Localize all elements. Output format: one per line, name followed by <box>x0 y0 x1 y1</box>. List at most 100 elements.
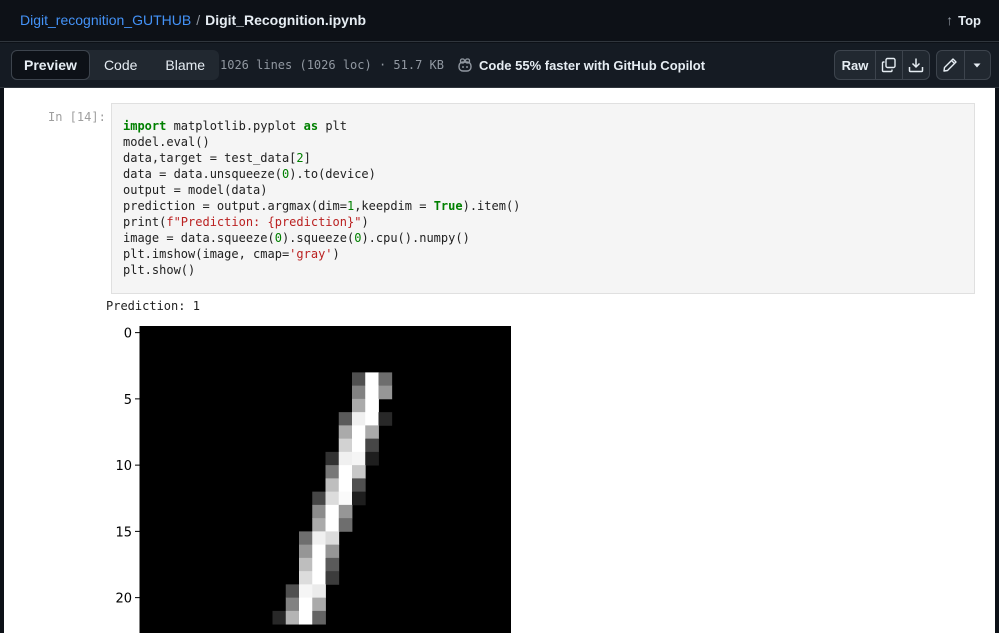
y-axis-tick-label: 0 <box>124 327 132 342</box>
image-pixel <box>312 557 326 572</box>
image-pixel <box>299 571 313 585</box>
image-pixel <box>352 478 366 493</box>
pencil-icon <box>943 58 958 72</box>
breadcrumb-file-name: Digit_Recognition.ipynb <box>205 12 367 28</box>
code-line: data = data.unsqueeze(0).to(device) <box>123 167 376 181</box>
image-pixel <box>325 557 340 572</box>
copy-raw-button[interactable] <box>875 51 902 79</box>
image-pixel <box>312 544 326 559</box>
image-pixel <box>285 597 300 612</box>
raw-button[interactable]: Raw <box>835 51 875 79</box>
view-mode-switcher: Preview Code Blame <box>11 50 220 80</box>
file-toolbar: Preview Code Blame 1026 lines (1026 loc)… <box>0 43 999 88</box>
file-info: 1026 lines (1026 loc) · 51.7 KB <box>220 58 444 72</box>
image-pixel <box>352 412 366 426</box>
more-edit-options-button[interactable] <box>963 51 990 79</box>
image-pixel <box>312 504 326 519</box>
copy-icon <box>881 57 896 73</box>
tab-code-label: Code <box>103 57 138 73</box>
code-line: print(f"Prediction: {prediction}") <box>123 215 369 229</box>
image-pixel <box>352 451 366 466</box>
image-pixel <box>365 412 379 426</box>
image-pixel <box>378 372 393 387</box>
tab-preview[interactable]: Preview <box>11 50 90 80</box>
y-axis-tick-label: 15 <box>115 525 132 540</box>
breadcrumb-repo-link[interactable]: Digit_recognition_GUTHUB <box>20 12 191 28</box>
edit-file-button[interactable] <box>937 51 964 79</box>
image-pixel <box>312 518 326 532</box>
image-pixel <box>299 531 313 546</box>
tab-blame-label: Blame <box>165 57 206 73</box>
tab-preview-label: Preview <box>24 57 77 73</box>
image-pixel <box>352 385 366 400</box>
image-pixel <box>352 372 366 387</box>
image-pixel <box>338 504 353 519</box>
breadcrumb: Digit_recognition_GUTHUB / Digit_Recogni… <box>20 12 366 28</box>
cell-prompt: In [14]: <box>48 110 106 124</box>
y-axis-tick-label: 5 <box>124 393 132 408</box>
image-pixel <box>325 531 340 546</box>
image-pixel <box>352 491 366 506</box>
image-pixel <box>365 451 379 466</box>
image-pixel <box>325 518 340 532</box>
image-pixel <box>285 584 300 599</box>
image-pixel <box>312 491 326 506</box>
image-pixel <box>378 385 393 400</box>
image-pixel <box>325 504 340 519</box>
download-icon <box>908 58 924 73</box>
code-cell: import matplotlib.pyplot as plt model.ev… <box>111 103 975 294</box>
image-pixel <box>338 425 353 440</box>
tab-blame[interactable]: Blame <box>151 50 219 80</box>
image-pixel <box>352 438 366 453</box>
image-pixel <box>325 478 340 493</box>
breadcrumb-separator: / <box>196 12 201 28</box>
image-pixel <box>325 451 340 466</box>
code-line: prediction = output.argmax(dim=1,keepdim… <box>123 199 521 213</box>
image-pixel <box>365 398 379 413</box>
copilot-icon <box>458 58 472 72</box>
image-pixel <box>338 465 353 479</box>
image-pixel <box>365 385 379 400</box>
image-pixel <box>352 465 366 479</box>
raw-button-label: Raw <box>841 57 869 73</box>
image-pixel <box>299 557 313 572</box>
code-line: model.eval() <box>123 135 210 149</box>
arrow-up-icon: ↑ <box>946 12 954 28</box>
file-actions-group: Raw <box>834 50 930 80</box>
image-pixel <box>378 412 393 426</box>
code-line: plt.imshow(image, cmap='gray') <box>123 247 340 261</box>
code-line: data,target = test_data[2] <box>123 151 311 165</box>
image-pixel <box>352 425 366 440</box>
copilot-promo-text: Code 55% faster with GitHub Copilot <box>479 57 706 73</box>
image-pixel <box>312 597 326 612</box>
copilot-promo-link[interactable]: Code 55% faster with GitHub Copilot <box>457 57 705 73</box>
cell-output-text: Prediction: 1 <box>106 299 200 313</box>
image-pixel <box>325 544 340 559</box>
download-button[interactable] <box>902 51 929 79</box>
image-pixel <box>365 372 379 387</box>
image-pixel <box>338 518 353 532</box>
image-pixel <box>338 451 353 466</box>
image-pixel <box>352 398 366 413</box>
y-axis-tick-label: 10 <box>115 459 132 474</box>
image-pixel <box>312 571 326 585</box>
y-axis-tick-label: 20 <box>115 592 132 607</box>
image-pixel <box>272 610 287 625</box>
image-pixel <box>338 438 353 453</box>
image-pixel <box>338 491 353 506</box>
back-to-top-button[interactable]: ↑ Top <box>946 12 981 28</box>
code-line: image = data.squeeze(0).squeeze(0).cpu()… <box>123 231 470 245</box>
image-pixel <box>365 425 379 440</box>
image-pixel <box>299 584 313 599</box>
image-pixel <box>285 610 300 625</box>
image-pixel <box>365 438 379 453</box>
image-pixel <box>299 597 313 612</box>
image-pixel <box>325 465 340 479</box>
image-pixel <box>338 412 353 426</box>
tab-code[interactable]: Code <box>90 50 151 80</box>
image-pixel <box>325 571 340 585</box>
notebook-preview: In [14]: import matplotlib.pyplot as plt… <box>4 88 995 633</box>
image-pixel <box>299 544 313 559</box>
image-pixel <box>325 491 340 506</box>
edit-actions-group <box>936 50 991 80</box>
